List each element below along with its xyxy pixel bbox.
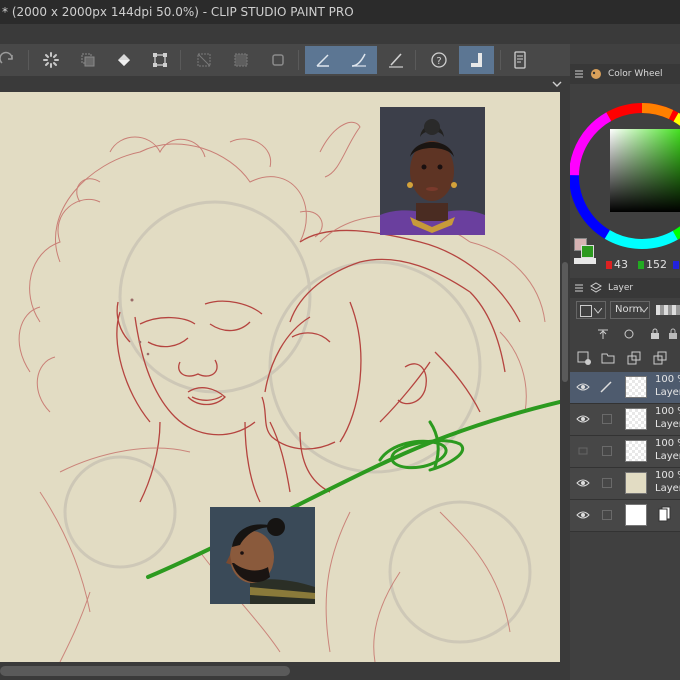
spinner-icon[interactable] — [37, 46, 65, 74]
layer-opacity: 100 % — [655, 438, 680, 449]
layer-opacity: 100 % — [655, 374, 680, 385]
vertical-scroll-thumb[interactable] — [562, 262, 568, 382]
layer-thumbnail — [625, 472, 647, 494]
color-wheel-tab[interactable]: Color Wheel — [570, 64, 680, 84]
layer-thumbnail — [625, 376, 647, 398]
chevron-down-icon[interactable] — [552, 79, 562, 89]
new-raster-layer-icon[interactable] — [576, 350, 592, 366]
window-title: * (2000 x 2000px 144dpi 50.0%) - CLIP ST… — [0, 0, 680, 24]
chevron-down-icon — [594, 308, 602, 314]
redo-icon[interactable] — [0, 46, 22, 74]
clear-selection-icon[interactable] — [190, 46, 218, 74]
vertical-scrollbar[interactable] — [560, 92, 570, 662]
menu-icon[interactable] — [574, 283, 584, 293]
right-panel: Color Wheel 43 152 Layer Norm 100 Laye 1… — [570, 44, 680, 680]
layers-icon — [590, 282, 602, 293]
layer-thumbnail — [625, 440, 647, 462]
layer-tab[interactable]: Layer — [570, 278, 680, 298]
device-icon[interactable] — [506, 46, 534, 74]
layer-name: Layer — [655, 387, 680, 398]
eye-icon[interactable] — [576, 478, 590, 488]
layer-row[interactable]: 100 % Layer — [570, 404, 680, 436]
paper-layer-icon — [658, 506, 671, 522]
reference-layer-icon[interactable] — [622, 327, 636, 341]
reference-portrait-woman — [380, 107, 485, 235]
green-swatch — [638, 260, 644, 269]
eye-icon[interactable] — [576, 510, 590, 520]
layer-opacity: 100 % — [655, 470, 680, 481]
help-icon[interactable]: ? — [425, 46, 453, 74]
layer-row[interactable] — [570, 500, 680, 532]
transform-icon[interactable] — [146, 46, 174, 74]
toolbar-separator — [28, 50, 29, 70]
toolbar-separator — [298, 50, 299, 70]
layer-thumbnail — [625, 408, 647, 430]
layer-row[interactable]: 100 % Layer — [570, 372, 680, 404]
color-wheel[interactable] — [570, 88, 680, 258]
layer-row[interactable]: 100 % Layer — [570, 468, 680, 500]
drawing-canvas[interactable] — [0, 92, 560, 662]
chevron-down-icon[interactable] — [640, 307, 648, 313]
lock-transparent-icon[interactable] — [666, 327, 680, 341]
reference-portrait-man — [210, 507, 315, 604]
eye-icon[interactable] — [576, 414, 590, 424]
color-wheel-tab-label: Color Wheel — [608, 69, 663, 79]
pen-pressure-icon[interactable] — [382, 46, 410, 74]
eye-icon[interactable] — [576, 382, 590, 392]
lock-icon[interactable] — [648, 327, 662, 341]
layer-lock-checkbox[interactable] — [602, 446, 612, 456]
layer-property-bar: Norm — [570, 298, 680, 322]
horizontal-scroll-thumb[interactable] — [0, 666, 290, 676]
blend-mode-value: Norm — [615, 304, 643, 315]
toolbar-separator — [500, 50, 501, 70]
expression-color-select[interactable] — [576, 301, 606, 319]
menu-bar — [0, 24, 680, 44]
layer-thumbnail — [625, 504, 647, 526]
transfer-layer-icon[interactable] — [626, 350, 642, 366]
layer-opacity: 100 % — [655, 406, 680, 417]
layer-name: Layer — [655, 419, 680, 430]
transparent-color-swatch[interactable] — [574, 258, 596, 264]
color-wheel-panel: 43 152 — [570, 88, 680, 292]
green-value: 152 — [646, 258, 667, 271]
layer-row[interactable]: 100 % Layer — [570, 436, 680, 468]
horizontal-scrollbar[interactable] — [0, 662, 570, 680]
layer-name: Layer — [655, 483, 680, 494]
pen-icon — [600, 381, 612, 393]
copy-icon[interactable] — [74, 46, 102, 74]
snap-ruler-icon[interactable] — [459, 46, 494, 74]
layer-lock-checkbox[interactable] — [602, 478, 612, 488]
combine-layer-icon[interactable] — [652, 350, 668, 366]
toolbar-separator — [415, 50, 416, 70]
toolbar-separator — [180, 50, 181, 70]
layer-tab-label: Layer — [608, 283, 634, 293]
blue-swatch — [673, 260, 679, 269]
eye-icon[interactable] — [576, 446, 590, 456]
palette-icon — [591, 69, 601, 79]
opacity-slider[interactable] — [656, 305, 680, 315]
sub-color-swatch[interactable] — [581, 245, 594, 258]
new-folder-icon[interactable] — [600, 350, 616, 366]
menu-icon[interactable] — [574, 69, 584, 79]
rgb-readout: 43 152 — [606, 258, 679, 271]
layer-lock-checkbox[interactable] — [602, 414, 612, 424]
layer-lock-bar — [570, 324, 680, 344]
command-bar: ? — [0, 44, 570, 76]
red-swatch — [606, 260, 612, 269]
canvas-tab-bar — [0, 76, 570, 92]
red-value: 43 — [614, 258, 628, 271]
ruler-pen-icon[interactable] — [305, 46, 341, 74]
layer-action-bar — [570, 346, 680, 370]
curve-pen-icon[interactable] — [341, 46, 377, 74]
fill-bucket-icon[interactable] — [110, 46, 138, 74]
clip-icon[interactable] — [596, 327, 610, 341]
layer-name: Layer — [655, 451, 680, 462]
selection-frame-icon[interactable] — [264, 46, 292, 74]
layer-lock-checkbox[interactable] — [602, 510, 612, 520]
invert-selection-icon[interactable] — [227, 46, 255, 74]
svg-text:?: ? — [436, 56, 441, 67]
